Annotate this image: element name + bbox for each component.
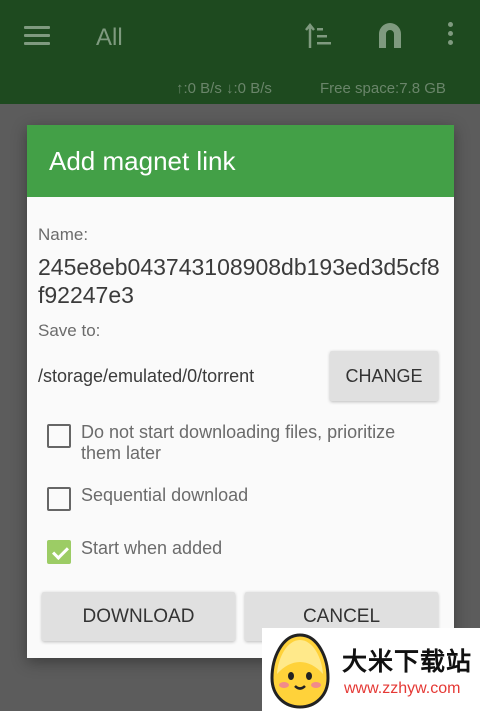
- checkbox-start-when-added[interactable]: [47, 540, 71, 564]
- magnet-icon[interactable]: [374, 20, 406, 52]
- add-magnet-dialog: Add magnet link Name: 245e8eb04374310890…: [27, 125, 454, 658]
- free-space-readout: Free space:7.8 GB: [320, 80, 446, 97]
- option-start-when-added[interactable]: Start when added: [47, 538, 222, 564]
- speed-readout: ↑:0 B/s ↓:0 B/s: [176, 80, 272, 97]
- option-label: Sequential download: [81, 485, 249, 505]
- save-path: /storage/emulated/0/torrent: [38, 366, 255, 386]
- download-button[interactable]: DOWNLOAD: [42, 592, 235, 641]
- change-path-button[interactable]: CHANGE: [330, 351, 438, 401]
- option-prioritize-later[interactable]: Do not start downloading files, prioriti…: [47, 422, 431, 464]
- sort-icon[interactable]: [304, 22, 336, 50]
- dialog-title: Add magnet link: [49, 145, 236, 176]
- torrent-name: 245e8eb043743108908db193ed3d5cf8f92247e3: [38, 254, 440, 308]
- app-title: All: [96, 24, 123, 51]
- more-vert-icon[interactable]: [444, 22, 456, 50]
- dialog-header: Add magnet link: [27, 125, 454, 197]
- checkbox-prioritize-later[interactable]: [47, 424, 71, 448]
- watermark-name: 大米下载站: [342, 648, 473, 676]
- option-sequential-download[interactable]: Sequential download: [47, 485, 248, 511]
- watermark: 大米下载站 www.zzhyw.com: [262, 628, 480, 711]
- save-to-label: Save to:: [38, 321, 101, 340]
- watermark-url: www.zzhyw.com: [344, 680, 461, 697]
- app-bar: All ↑:0 B/s ↓:0 B/s Free space:7.8 GB: [0, 0, 480, 104]
- option-label: Start when added: [81, 538, 223, 558]
- checkbox-sequential-download[interactable]: [47, 487, 71, 511]
- menu-icon[interactable]: [24, 26, 50, 46]
- option-label: Do not start downloading files, prioriti…: [81, 422, 396, 463]
- name-label: Name:: [38, 225, 89, 244]
- mascot-logo: [270, 633, 330, 709]
